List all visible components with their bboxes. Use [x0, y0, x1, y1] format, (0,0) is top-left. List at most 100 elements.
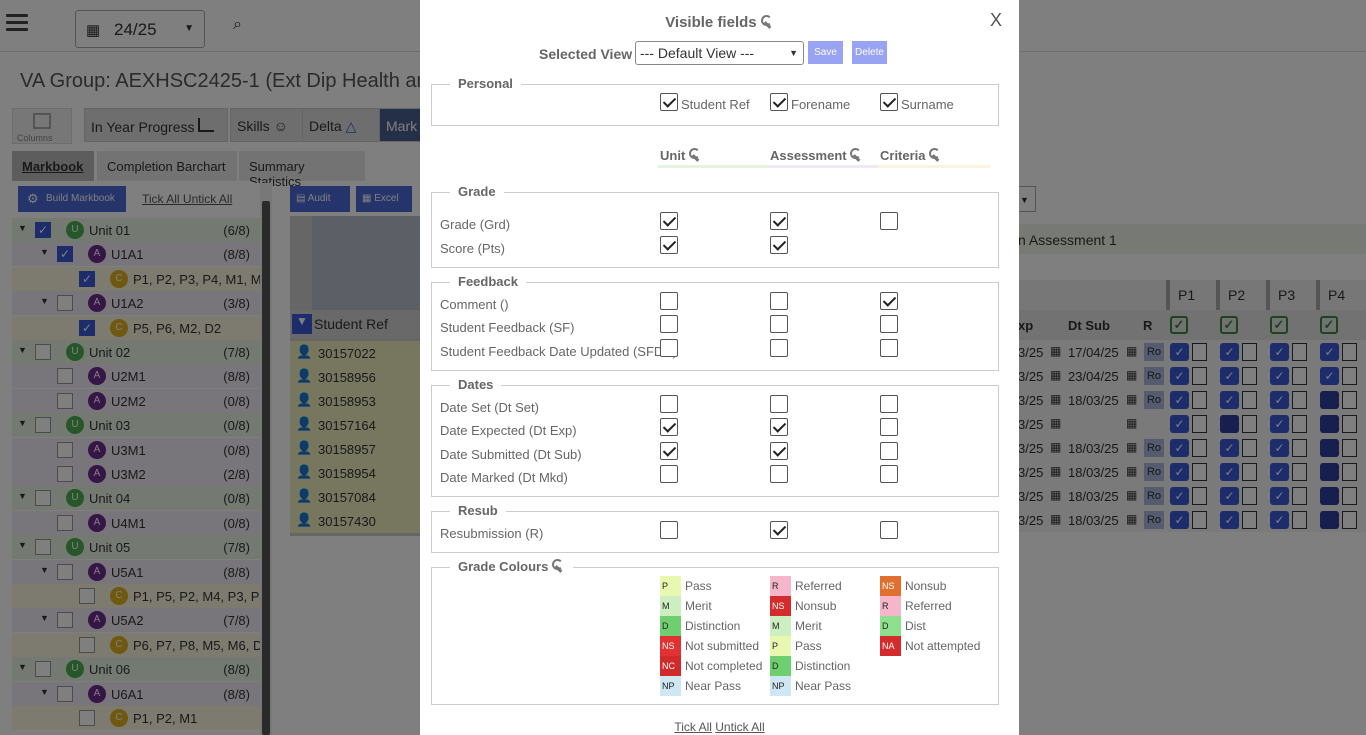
- wrench-icon: [760, 15, 774, 28]
- grade-text: Dist: [905, 619, 926, 633]
- grade-colour-item: NP Near Pass: [770, 676, 880, 696]
- field-checkbox[interactable]: [770, 315, 788, 333]
- field-checkbox[interactable]: [770, 212, 788, 230]
- personal-label: Surname: [901, 97, 954, 112]
- field-checkbox[interactable]: [770, 465, 788, 483]
- field-checkbox[interactable]: [770, 418, 788, 436]
- grade-text: Near Pass: [685, 679, 742, 693]
- field-label: Date Marked (Dt Mkd): [440, 470, 568, 485]
- selected-view-select[interactable]: --- Default View --- ▼: [635, 41, 804, 65]
- grade-colour-item: NS Nonsub: [880, 576, 990, 596]
- visible-fields-modal: Visible fields X Selected View --- Defau…: [420, 0, 1019, 735]
- grade-swatch: NS: [770, 596, 791, 616]
- grade-swatch: D: [660, 616, 681, 636]
- field-label: Student Feedback (SF): [440, 320, 575, 335]
- field-label: Resubmission (R): [440, 526, 544, 541]
- tick-all-link[interactable]: Tick All: [674, 720, 712, 734]
- field-checkbox[interactable]: [770, 236, 788, 254]
- untick-all-link[interactable]: Untick All: [715, 720, 764, 734]
- field-checkbox[interactable]: [880, 521, 898, 539]
- col-assessment-header[interactable]: Assessment: [770, 148, 863, 163]
- save-button[interactable]: Save: [808, 41, 843, 64]
- grade-text: Distinction: [685, 619, 741, 633]
- assessment-underline: [768, 165, 878, 168]
- field-checkbox[interactable]: [770, 339, 788, 357]
- personal-label: Student Ref: [681, 97, 750, 112]
- field-checkbox[interactable]: [660, 418, 678, 436]
- feedback-legend: Feedback: [450, 274, 526, 289]
- grade-swatch: NP: [660, 676, 681, 696]
- field-label: Date Submitted (Dt Sub): [440, 447, 582, 462]
- field-checkbox[interactable]: [660, 315, 678, 333]
- grade-colour-item: M Merit: [660, 596, 770, 616]
- chevron-down-icon: ▼: [789, 48, 798, 58]
- feedback-fieldset: Feedback Comment () Student Feedback (SF) S…: [431, 274, 999, 371]
- grade-text: Not completed: [685, 659, 763, 673]
- grade-swatch: NS: [660, 636, 681, 656]
- grade-swatch: D: [880, 616, 901, 636]
- grade-fieldset: Grade Grade (Grd) Score (Pts): [431, 184, 999, 268]
- resub-legend: Resub: [450, 503, 506, 518]
- grade-colours-fieldset: Grade Colours P Pass M Merit D Distinction NS N…: [431, 559, 999, 705]
- grade-text: Referred: [905, 599, 952, 613]
- field-checkbox[interactable]: [660, 465, 678, 483]
- personal-label: Forename: [791, 97, 851, 112]
- grade-swatch: M: [660, 596, 681, 616]
- field-checkbox[interactable]: [880, 418, 898, 436]
- grade-text: Pass: [795, 639, 822, 653]
- grade-colour-item: D Distinction: [660, 616, 770, 636]
- field-label: Date Set (Dt Set): [440, 400, 539, 415]
- field-checkbox[interactable]: [880, 315, 898, 333]
- grade-text: Merit: [685, 599, 712, 613]
- field-checkbox[interactable]: [660, 395, 678, 413]
- field-checkbox[interactable]: [770, 292, 788, 310]
- grade-text: Near Pass: [795, 679, 852, 693]
- grade-text: Referred: [795, 579, 842, 593]
- field-checkbox[interactable]: [770, 395, 788, 413]
- dates-legend: Dates: [450, 377, 502, 392]
- grade-colour-item: M Merit: [770, 616, 880, 636]
- grade-colour-item: NA Not attempted: [880, 636, 990, 656]
- grade-swatch: P: [770, 636, 791, 656]
- field-checkbox[interactable]: [660, 339, 678, 357]
- delete-button[interactable]: Delete: [852, 41, 887, 64]
- dates-fieldset: Dates Date Set (Dt Set) Date Expected (Dt …: [431, 377, 999, 497]
- field-checkbox[interactable]: [880, 465, 898, 483]
- field-checkbox[interactable]: [660, 442, 678, 460]
- grade-swatch: NC: [660, 656, 681, 676]
- field-label: Grade (Grd): [440, 217, 511, 232]
- field-checkbox[interactable]: [660, 521, 678, 539]
- grade-text: Not attempted: [905, 639, 981, 653]
- field-checkbox[interactable]: [880, 395, 898, 413]
- field-checkbox[interactable]: [660, 236, 678, 254]
- field-label: Student Feedback Date Updated (SFDU): [440, 344, 678, 359]
- grade-colour-item: NS Nonsub: [770, 596, 880, 616]
- grade-colours-legend: Grade Colours: [450, 559, 573, 574]
- personal-checkbox[interactable]: [660, 93, 678, 111]
- field-checkbox[interactable]: [880, 442, 898, 460]
- personal-checkbox[interactable]: [770, 93, 788, 111]
- grade-text: Distinction: [795, 659, 851, 673]
- field-checkbox[interactable]: [880, 292, 898, 310]
- field-label: Date Expected (Dt Exp): [440, 423, 577, 438]
- grade-text: Pass: [685, 579, 712, 593]
- grade-colour-item: P Pass: [770, 636, 880, 656]
- wrench-icon: [551, 559, 565, 572]
- col-criteria-header[interactable]: Criteria: [880, 148, 942, 163]
- grade-swatch: NP: [770, 676, 791, 696]
- grade-colour-item: D Dist: [880, 616, 990, 636]
- field-checkbox[interactable]: [660, 212, 678, 230]
- grade-colour-item: NS Not submitted: [660, 636, 770, 656]
- personal-legend: Personal: [450, 76, 521, 91]
- col-unit-header[interactable]: Unit: [660, 148, 702, 163]
- field-checkbox[interactable]: [880, 339, 898, 357]
- wrench-icon: [688, 148, 702, 161]
- personal-checkbox[interactable]: [880, 93, 898, 111]
- field-checkbox[interactable]: [770, 521, 788, 539]
- grade-colour-item: P Pass: [660, 576, 770, 596]
- field-checkbox[interactable]: [880, 212, 898, 230]
- grade-legend: Grade: [450, 184, 504, 199]
- field-checkbox[interactable]: [770, 442, 788, 460]
- field-checkbox[interactable]: [660, 292, 678, 310]
- close-button[interactable]: X: [990, 10, 1002, 31]
